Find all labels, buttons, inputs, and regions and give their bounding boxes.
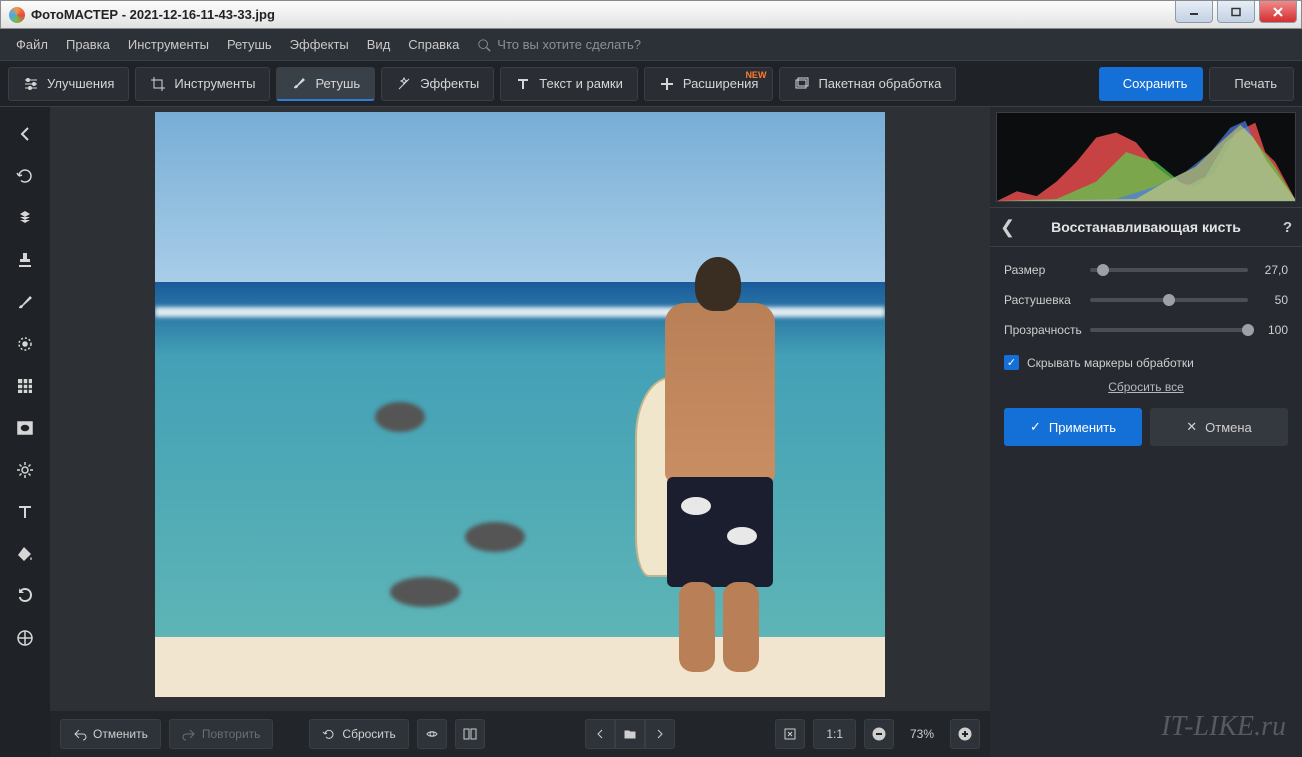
- close-button[interactable]: [1259, 1, 1297, 23]
- tool-text[interactable]: [8, 495, 42, 529]
- tool-radial[interactable]: [8, 327, 42, 361]
- panel-help-button[interactable]: ?: [1272, 219, 1292, 236]
- text-icon: [515, 76, 531, 92]
- print-button[interactable]: Печать: [1209, 67, 1294, 101]
- tool-brush[interactable]: [8, 285, 42, 319]
- tab-text-frames[interactable]: Текст и рамки: [500, 67, 638, 101]
- left-tool-strip: [0, 107, 50, 757]
- menu-view[interactable]: Вид: [359, 33, 399, 56]
- check-icon: ✓: [1030, 419, 1041, 435]
- zoom-value: 73%: [902, 727, 942, 741]
- tab-retouch[interactable]: Ретушь: [276, 67, 375, 101]
- reset-button[interactable]: Сбросить: [309, 719, 408, 749]
- split-view-button[interactable]: [455, 719, 485, 749]
- panel-header: ❮ Восстанавливающая кисть ?: [990, 207, 1302, 247]
- apply-button[interactable]: ✓ Применить: [1004, 408, 1142, 446]
- menubar: Файл Правка Инструменты Ретушь Эффекты В…: [0, 29, 1302, 61]
- compare-button[interactable]: [417, 719, 447, 749]
- maximize-button[interactable]: [1217, 1, 1255, 23]
- minimize-button[interactable]: [1175, 1, 1213, 23]
- tool-back[interactable]: [8, 117, 42, 151]
- tool-fill[interactable]: [8, 537, 42, 571]
- menu-tools[interactable]: Инструменты: [120, 33, 217, 56]
- hide-markers-checkbox[interactable]: ✓ Скрывать маркеры обработки: [1004, 355, 1288, 370]
- canvas-area: Отменить Повторить Сбросить 1:1 73%: [50, 107, 990, 757]
- tool-3dlut[interactable]: [8, 621, 42, 655]
- reset-all-link[interactable]: Сбросить все: [1004, 380, 1288, 394]
- prev-image-button[interactable]: [585, 719, 615, 749]
- tool-grid[interactable]: [8, 369, 42, 403]
- check-icon: ✓: [1004, 355, 1019, 370]
- slider-opacity-track[interactable]: [1090, 328, 1248, 332]
- tool-vignette[interactable]: [8, 411, 42, 445]
- slider-size-track[interactable]: [1090, 268, 1248, 272]
- tab-tools[interactable]: Инструменты: [135, 67, 270, 101]
- app-logo-icon: [9, 7, 25, 23]
- search-box[interactable]: Что вы хотите сделать?: [477, 37, 641, 52]
- next-image-button[interactable]: [645, 719, 675, 749]
- tab-enhance[interactable]: Улучшения: [8, 67, 129, 101]
- open-folder-button[interactable]: [615, 719, 645, 749]
- tool-rotate[interactable]: [8, 159, 42, 193]
- brush-icon: [291, 75, 307, 91]
- main-toolbar: Улучшения Инструменты Ретушь Эффекты Тек…: [0, 61, 1302, 107]
- fit-screen-button[interactable]: [775, 719, 805, 749]
- menu-file[interactable]: Файл: [8, 33, 56, 56]
- nav-group: [585, 719, 675, 749]
- watermark: IT-LIKE.ru: [1161, 711, 1286, 743]
- tab-extensions[interactable]: Расширения NEW: [644, 67, 774, 101]
- menu-help[interactable]: Справка: [400, 33, 467, 56]
- sliders-icon: [23, 76, 39, 92]
- menu-edit[interactable]: Правка: [58, 33, 118, 56]
- tab-batch[interactable]: Пакетная обработка: [779, 67, 956, 101]
- tool-light[interactable]: [8, 453, 42, 487]
- slider-feather-track[interactable]: [1090, 298, 1248, 302]
- tab-effects[interactable]: Эффекты: [381, 67, 494, 101]
- zoom-in-button[interactable]: [950, 719, 980, 749]
- menu-retouch[interactable]: Ретушь: [219, 33, 280, 56]
- window-titlebar: ФотоМАСТЕР - 2021-12-16-11-43-33.jpg: [0, 0, 1302, 29]
- close-icon: ✕: [1186, 419, 1197, 435]
- slider-size: Размер 27,0: [1004, 263, 1288, 277]
- tool-healing[interactable]: [8, 201, 42, 235]
- crop-icon: [150, 76, 166, 92]
- canvas-footer: Отменить Повторить Сбросить 1:1 73%: [50, 711, 990, 757]
- search-icon: [477, 38, 491, 52]
- zoom-out-button[interactable]: [864, 719, 894, 749]
- panel-title: Восстанавливающая кисть: [1030, 219, 1262, 235]
- sparkle-icon: [396, 76, 412, 92]
- panel-back-button[interactable]: ❮: [1000, 217, 1020, 238]
- right-panel: ❮ Восстанавливающая кисть ? Размер 27,0 …: [990, 107, 1302, 757]
- zoom-1to1-button[interactable]: 1:1: [813, 719, 856, 749]
- search-placeholder: Что вы хотите сделать?: [497, 37, 641, 52]
- histogram[interactable]: [996, 112, 1296, 202]
- undo-button[interactable]: Отменить: [60, 719, 161, 749]
- save-button[interactable]: Сохранить: [1099, 67, 1204, 101]
- redo-button[interactable]: Повторить: [169, 719, 274, 749]
- slider-feather: Растушевка 50: [1004, 293, 1288, 307]
- tool-stamp[interactable]: [8, 243, 42, 277]
- image-canvas[interactable]: [155, 112, 885, 697]
- slider-opacity: Прозрачность 100: [1004, 323, 1288, 337]
- plus-icon: [659, 76, 675, 92]
- cancel-button[interactable]: ✕ Отмена: [1150, 408, 1288, 446]
- tool-replace[interactable]: [8, 579, 42, 613]
- batch-icon: [794, 76, 810, 92]
- menu-effects[interactable]: Эффекты: [282, 33, 357, 56]
- window-title: ФотоМАСТЕР - 2021-12-16-11-43-33.jpg: [31, 7, 275, 22]
- new-badge: NEW: [745, 70, 766, 80]
